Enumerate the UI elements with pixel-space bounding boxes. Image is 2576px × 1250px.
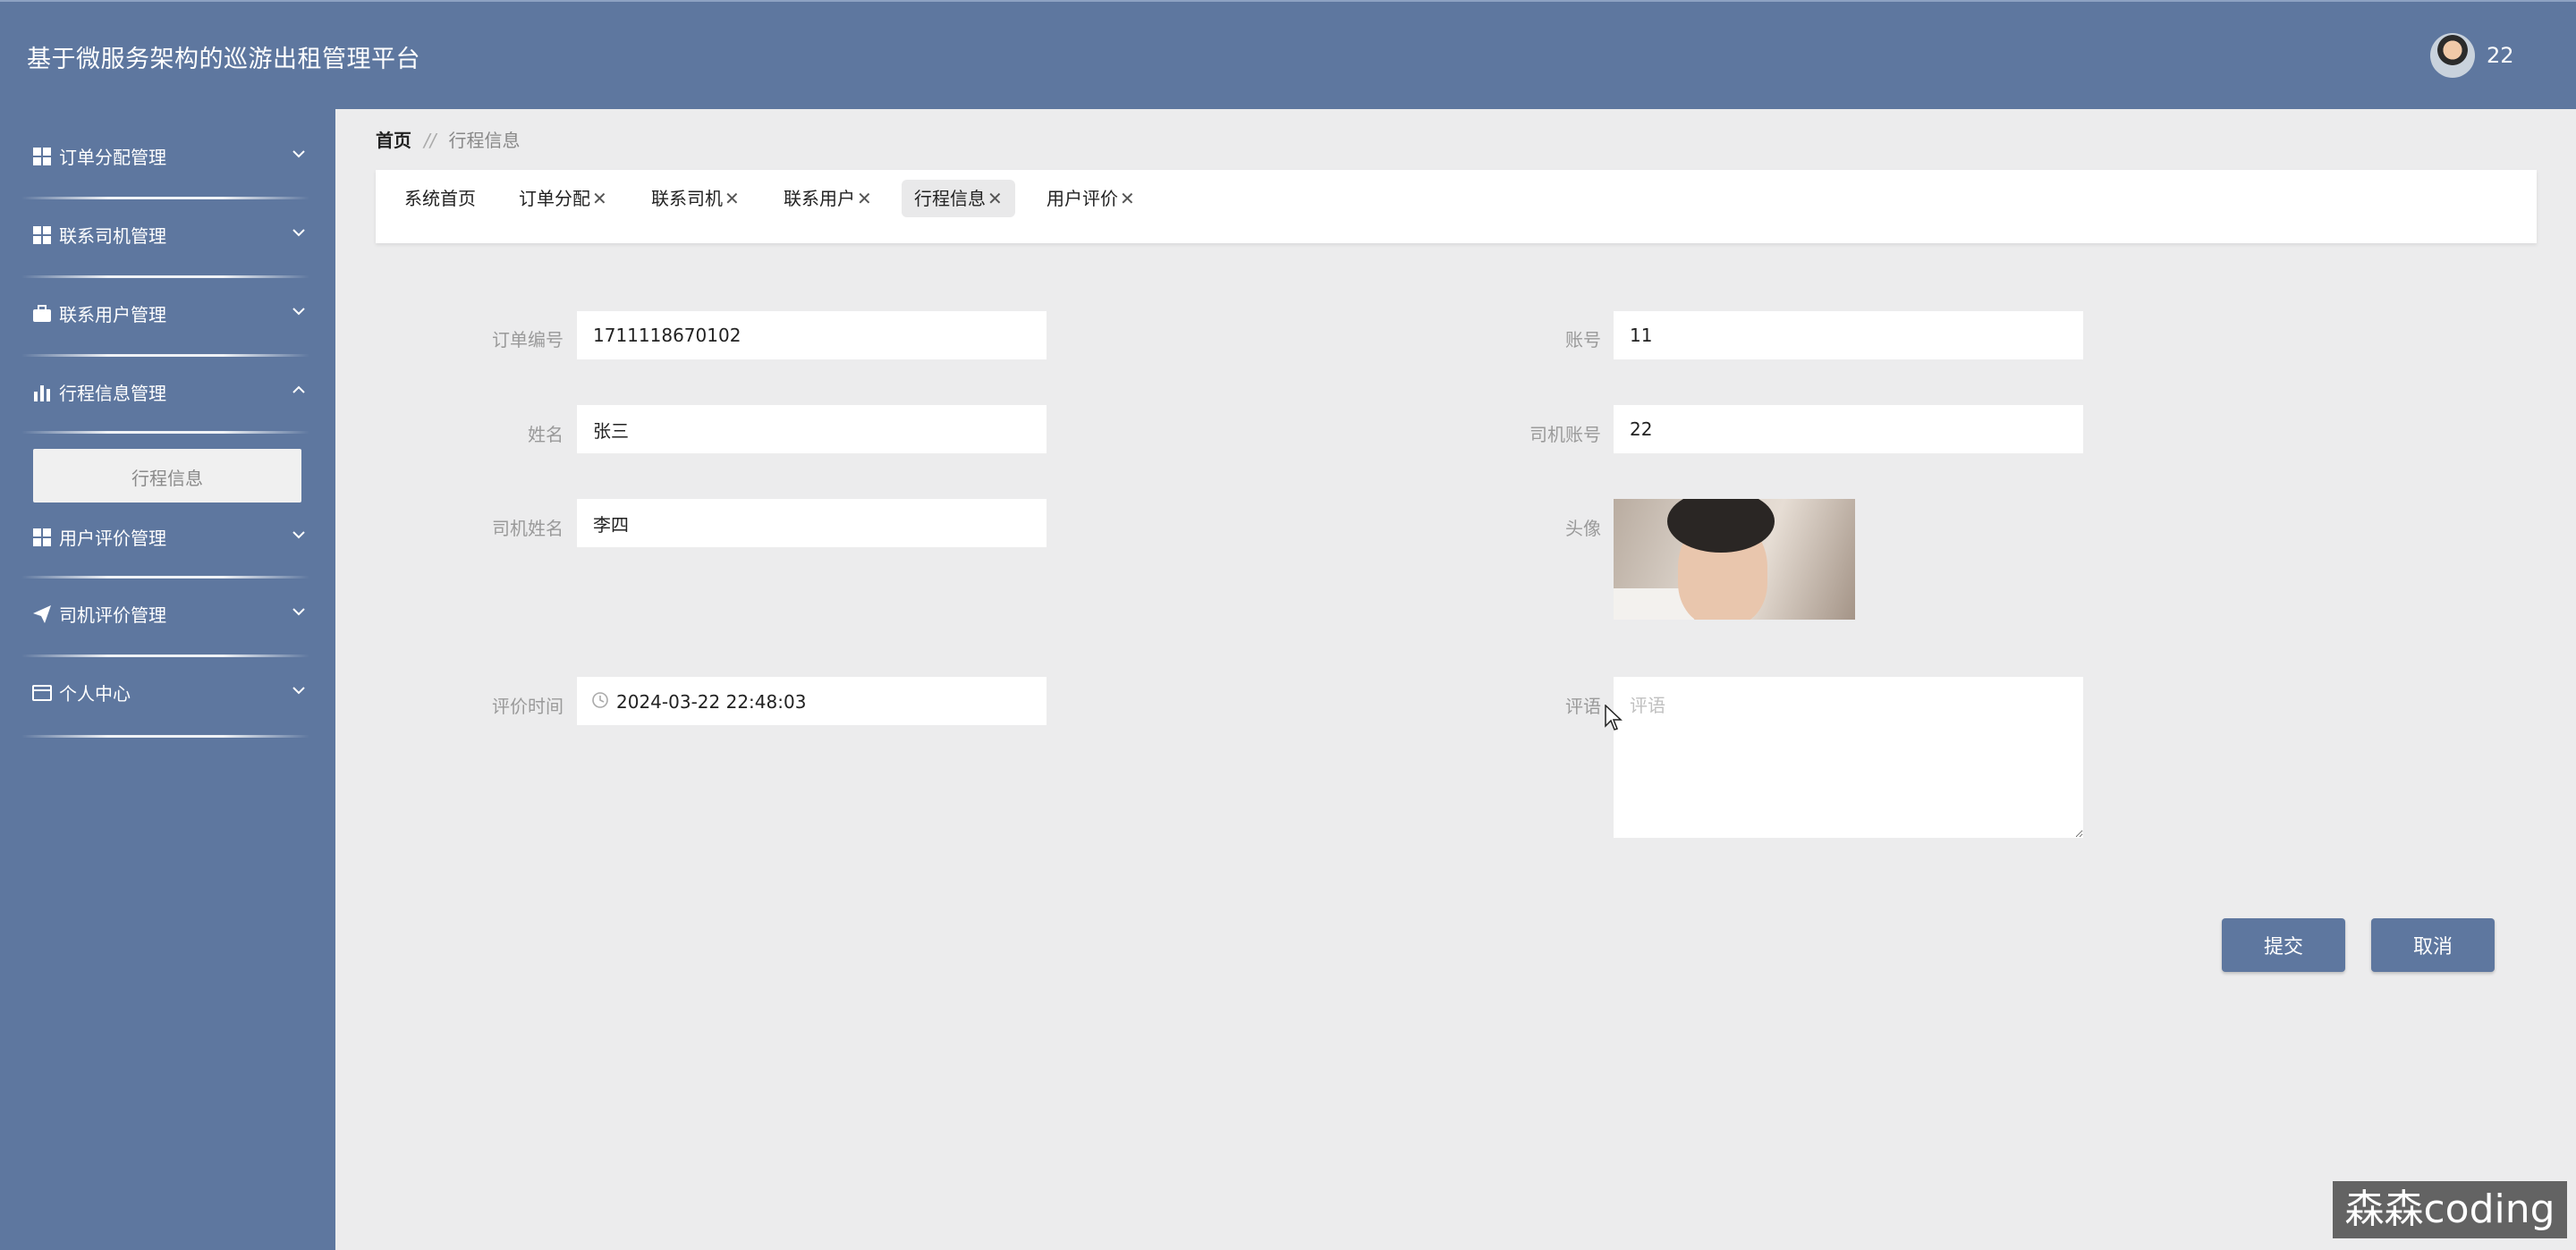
sidebar-item-personal-center[interactable]: 个人中心 bbox=[0, 655, 335, 726]
tab-user-reviews[interactable]: 用户评价 ✕ bbox=[1034, 180, 1148, 217]
watermark: 森森coding bbox=[2333, 1181, 2567, 1238]
sidebar-item-label: 个人中心 bbox=[59, 683, 131, 705]
menu-divider bbox=[21, 431, 309, 434]
close-icon[interactable]: ✕ bbox=[592, 188, 607, 209]
tab-user-contact[interactable]: 联系用户 ✕ bbox=[771, 180, 885, 217]
name-label: 姓名 bbox=[528, 424, 564, 445]
account-input[interactable] bbox=[1614, 311, 2083, 359]
tabs-bar: 系统首页 订单分配 ✕ 联系司机 ✕ 联系用户 ✕ 行程信息 ✕ 用户评价 ✕ bbox=[376, 170, 2537, 243]
sidebar-item-trip-info[interactable]: 行程信息管理 bbox=[0, 354, 335, 426]
sidebar-subitem-trip-info[interactable]: 行程信息 bbox=[33, 449, 301, 503]
bar-chart-icon bbox=[34, 385, 50, 401]
breadcrumb: 首页 // 行程信息 bbox=[376, 126, 520, 152]
review-time-input[interactable] bbox=[614, 677, 1038, 727]
top-header: 基于微服务架构的巡游出租管理平台 22 bbox=[0, 0, 2576, 109]
chevron-down-icon bbox=[292, 531, 305, 539]
submit-button[interactable]: 提交 bbox=[2222, 918, 2345, 972]
sidebar-item-order-assignment[interactable]: 订单分配管理 bbox=[0, 118, 335, 190]
driver-name-input[interactable] bbox=[577, 499, 1046, 547]
tab-label: 订单分配 bbox=[519, 188, 590, 209]
close-icon[interactable]: ✕ bbox=[857, 188, 872, 209]
sidebar-item-label: 联系司机管理 bbox=[59, 225, 166, 247]
briefcase-icon bbox=[33, 305, 51, 322]
breadcrumb-current: 行程信息 bbox=[448, 130, 521, 151]
tab-label: 用户评价 bbox=[1046, 188, 1118, 209]
grid-icon bbox=[33, 226, 51, 244]
tab-label: 行程信息 bbox=[914, 188, 986, 209]
chevron-down-icon bbox=[292, 308, 305, 316]
chevron-down-icon bbox=[292, 608, 305, 616]
name-input[interactable] bbox=[577, 405, 1046, 453]
chevron-down-icon bbox=[292, 229, 305, 237]
breadcrumb-home[interactable]: 首页 bbox=[376, 130, 411, 151]
comment-label: 评语 bbox=[1565, 696, 1601, 717]
tab-system-home[interactable]: 系统首页 bbox=[392, 180, 488, 217]
avatar-label: 头像 bbox=[1565, 518, 1601, 539]
grid-icon bbox=[33, 528, 51, 546]
menu-divider bbox=[21, 735, 309, 738]
sidebar-item-driver-reviews[interactable]: 司机评价管理 bbox=[0, 576, 335, 647]
mouse-cursor-icon bbox=[1605, 705, 1623, 731]
username[interactable]: 22 bbox=[2487, 43, 2514, 68]
paper-plane-icon bbox=[33, 605, 51, 623]
sidebar-item-driver-contact[interactable]: 联系司机管理 bbox=[0, 197, 335, 268]
tab-label: 联系用户 bbox=[784, 188, 855, 209]
tab-trip-info[interactable]: 行程信息 ✕ bbox=[902, 180, 1015, 217]
breadcrumb-separator: // bbox=[424, 130, 436, 151]
sidebar-item-label: 订单分配管理 bbox=[59, 147, 166, 168]
close-icon[interactable]: ✕ bbox=[724, 188, 740, 209]
sidebar-item-label: 行程信息管理 bbox=[59, 383, 166, 404]
sidebar-subitem-label: 行程信息 bbox=[131, 468, 203, 489]
chevron-down-icon bbox=[292, 150, 305, 158]
order-no-label: 订单编号 bbox=[492, 329, 564, 351]
close-icon[interactable]: ✕ bbox=[987, 188, 1003, 209]
chevron-up-icon bbox=[292, 385, 305, 393]
card-icon bbox=[32, 685, 52, 701]
account-label: 账号 bbox=[1565, 329, 1601, 351]
tab-label: 联系司机 bbox=[651, 188, 723, 209]
driver-account-input[interactable] bbox=[1614, 405, 2083, 453]
grid-icon bbox=[33, 148, 51, 165]
tab-driver-contact[interactable]: 联系司机 ✕ bbox=[639, 180, 752, 217]
sidebar: 订单分配管理 联系司机管理 联系用户管理 行程信息管理 行程信息 用户评价管理 … bbox=[0, 109, 335, 1250]
sidebar-item-label: 联系用户管理 bbox=[59, 304, 166, 325]
tab-label: 系统首页 bbox=[404, 188, 476, 209]
sidebar-item-label: 司机评价管理 bbox=[59, 604, 166, 626]
driver-name-label: 司机姓名 bbox=[492, 518, 564, 539]
sidebar-item-user-contact[interactable]: 联系用户管理 bbox=[0, 275, 335, 347]
chevron-down-icon bbox=[292, 687, 305, 695]
comment-textarea[interactable] bbox=[1614, 677, 2083, 838]
review-time-label: 评价时间 bbox=[492, 696, 564, 717]
avatar-image[interactable] bbox=[1614, 499, 1855, 620]
review-time-picker[interactable] bbox=[577, 677, 1046, 727]
tab-order-assignment[interactable]: 订单分配 ✕ bbox=[506, 180, 620, 217]
cancel-button[interactable]: 取消 bbox=[2371, 918, 2495, 972]
order-no-input[interactable] bbox=[577, 311, 1046, 359]
sidebar-item-label: 用户评价管理 bbox=[59, 528, 166, 549]
driver-account-label: 司机账号 bbox=[1530, 424, 1601, 445]
close-icon[interactable]: ✕ bbox=[1120, 188, 1135, 209]
app-title: 基于微服务架构的巡游出租管理平台 bbox=[27, 46, 420, 73]
user-avatar[interactable] bbox=[2430, 33, 2475, 78]
clock-icon bbox=[592, 692, 608, 708]
sidebar-item-user-reviews[interactable]: 用户评价管理 bbox=[0, 499, 335, 570]
